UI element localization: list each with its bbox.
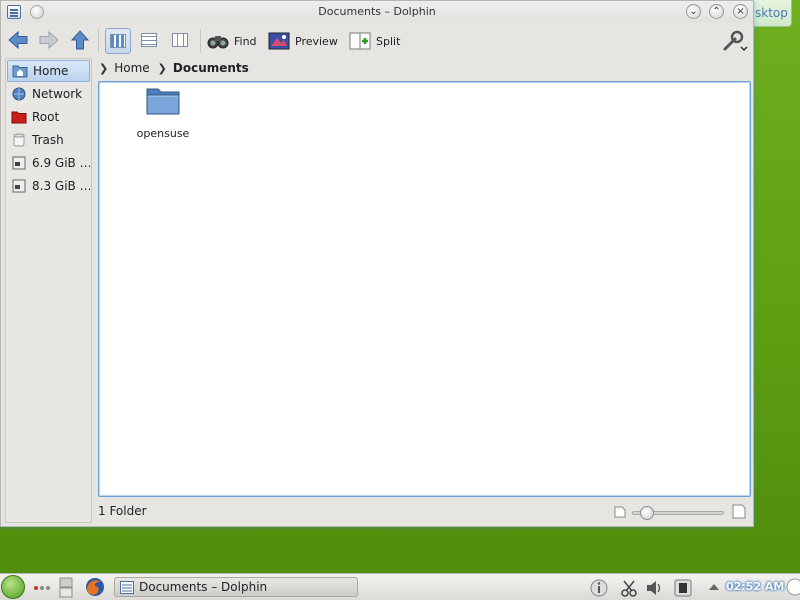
places-item-label: Home <box>33 64 69 78</box>
binoculars-icon <box>207 36 229 49</box>
places-item-drive-2[interactable]: 8.3 GiB … <box>7 175 90 197</box>
volume-icon[interactable] <box>645 579 663 597</box>
trash-icon <box>13 133 25 147</box>
folder-icon <box>146 88 180 115</box>
places-panel: Home Network Root Trash 6.9 GiB … 8.3 Gi… <box>5 58 92 523</box>
status-text: 1 Folder <box>98 504 147 518</box>
main-toolbar: Find Preview Split <box>1 23 753 57</box>
icons-view-button[interactable] <box>105 28 131 54</box>
desktop-widget-label: sktop <box>755 6 788 20</box>
split-label: Split <box>376 34 401 48</box>
cashew-icon[interactable] <box>781 577 800 598</box>
configure-menu-icon[interactable] <box>721 29 749 53</box>
klipper-scissors-icon[interactable] <box>620 579 638 597</box>
places-item-label: Trash <box>32 133 64 147</box>
toolbar-separator <box>200 29 201 53</box>
status-bar: 1 Folder <box>97 504 752 520</box>
details-view-icon <box>141 33 157 47</box>
red-folder-icon <box>11 111 27 124</box>
breadcrumb-item-documents[interactable]: Documents <box>173 61 249 75</box>
pager-icon[interactable] <box>59 577 73 598</box>
taskbar: Documents – Dolphin 02:52 AM <box>0 573 800 600</box>
up-icon[interactable] <box>69 29 91 51</box>
drive-icon <box>12 179 26 193</box>
zoom-handle[interactable] <box>639 506 654 520</box>
dolphin-window: Documents – Dolphin ⌄ ⌃ × Find Preview S… <box>0 0 754 527</box>
file-item-label: opensuse <box>136 127 190 140</box>
breadcrumb[interactable]: ❯ Home ❯ Documents <box>97 58 249 78</box>
split-view-icon <box>349 32 371 50</box>
dolphin-app-icon <box>120 580 134 594</box>
show-hidden-icons-icon[interactable] <box>708 583 720 591</box>
preview-button[interactable]: Preview <box>268 30 338 52</box>
task-item-dolphin[interactable]: Documents – Dolphin <box>114 577 358 597</box>
info-icon[interactable] <box>590 579 608 597</box>
columns-view-button[interactable] <box>168 28 194 54</box>
find-label: Find <box>234 34 257 48</box>
clock[interactable]: 02:52 AM <box>726 580 784 593</box>
breadcrumb-item-home[interactable]: Home <box>114 61 149 75</box>
breadcrumb-separator: ❯ <box>99 61 109 75</box>
details-view-button[interactable] <box>137 28 163 54</box>
places-item-trash[interactable]: Trash <box>7 129 90 151</box>
minimize-button[interactable]: ⌄ <box>686 4 701 19</box>
preview-icon <box>268 32 290 50</box>
zoom-slider[interactable] <box>614 504 746 520</box>
places-item-label: 6.9 GiB … <box>32 156 90 170</box>
split-button[interactable]: Split <box>349 30 400 52</box>
places-item-network[interactable]: Network <box>7 83 90 105</box>
desktop-widget-tab[interactable]: sktop <box>748 0 792 27</box>
home-folder-icon <box>12 65 28 78</box>
places-item-root[interactable]: Root <box>7 106 90 128</box>
maximize-button[interactable]: ⌃ <box>709 4 724 19</box>
places-item-home[interactable]: Home <box>7 60 90 82</box>
window-title: Documents – Dolphin <box>318 5 436 18</box>
forward-icon[interactable] <box>38 29 60 51</box>
drive-icon <box>12 156 26 170</box>
device-notifier-icon[interactable] <box>674 579 692 597</box>
breadcrumb-separator: ❯ <box>157 61 167 75</box>
back-icon[interactable] <box>7 29 29 51</box>
places-item-label: Network <box>32 87 83 101</box>
file-item-opensuse[interactable]: opensuse <box>131 86 195 140</box>
columns-view-icon <box>172 33 188 47</box>
zoom-out-icon[interactable] <box>614 506 626 518</box>
icons-view-icon <box>110 34 126 48</box>
network-icon <box>12 87 26 101</box>
activities-icon[interactable] <box>33 584 51 592</box>
toolbar-separator <box>98 29 99 53</box>
places-item-label: 8.3 GiB … <box>32 179 90 193</box>
firefox-icon[interactable] <box>85 577 105 597</box>
zoom-in-icon[interactable] <box>732 504 746 519</box>
title-bar[interactable]: Documents – Dolphin ⌄ ⌃ × <box>1 1 753 23</box>
places-item-drive-1[interactable]: 6.9 GiB … <box>7 152 90 174</box>
application-launcher-button[interactable] <box>1 575 25 599</box>
preview-label: Preview <box>295 34 338 48</box>
close-button[interactable]: × <box>733 4 748 19</box>
file-view[interactable]: opensuse <box>98 81 751 497</box>
find-button[interactable]: Find <box>207 30 257 52</box>
places-item-label: Root <box>32 110 60 124</box>
task-item-label: Documents – Dolphin <box>139 580 268 594</box>
